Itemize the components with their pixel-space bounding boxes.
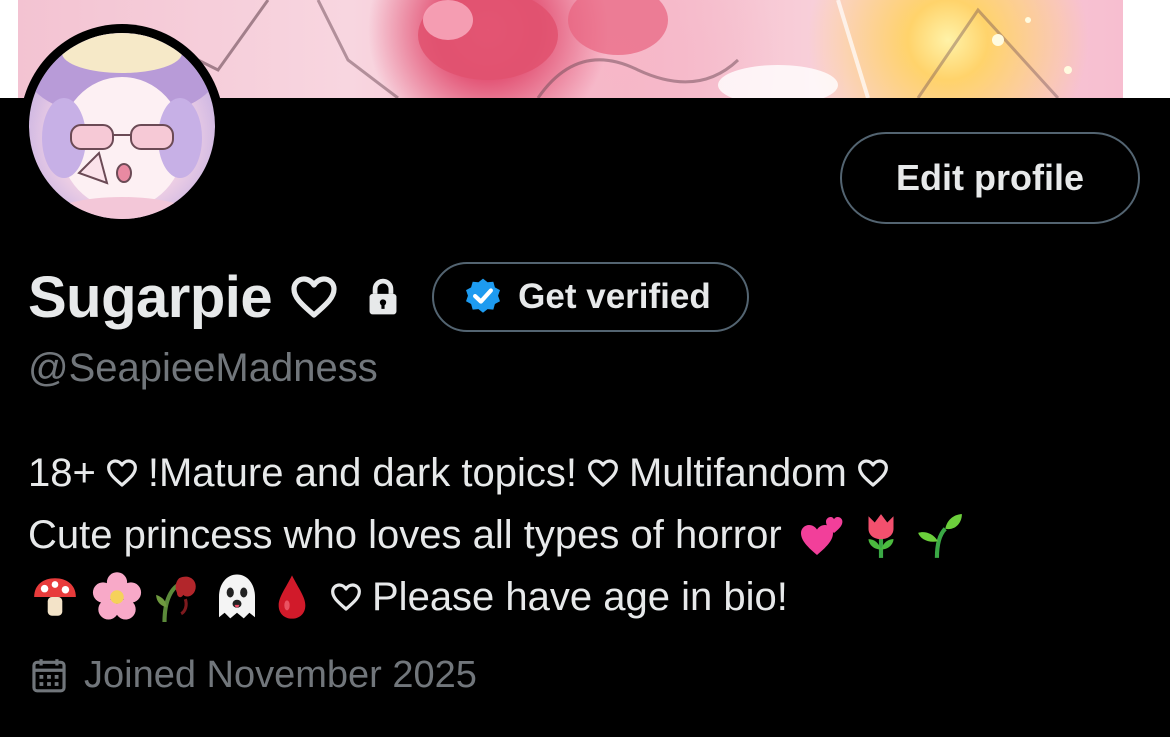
two-hearts-icon [798, 511, 848, 559]
wilted-flower-icon [152, 569, 202, 625]
heart-outline-icon [106, 458, 138, 488]
joined-label: Joined November 2025 [84, 653, 477, 696]
heart-outline-icon [330, 582, 362, 612]
name-row: Sugarpie Get verified [28, 262, 749, 332]
bio-text: Cute princess who loves all types of hor… [28, 513, 782, 557]
display-name: Sugarpie [28, 264, 273, 330]
heart-outline-icon [857, 458, 889, 488]
heart-outline-icon [587, 458, 619, 488]
username-handle: @SeapieeMadness [28, 346, 378, 390]
bio-text: Multifandom [628, 451, 847, 495]
drop-of-blood-icon [272, 572, 312, 622]
heart-outline-icon [290, 275, 338, 319]
verified-badge-icon [462, 276, 504, 318]
profile-bio: 18+ !Mature and dark topics! Multifandom… [28, 442, 1138, 628]
avatar[interactable] [29, 33, 215, 219]
tulip-icon [856, 510, 906, 560]
bio-text: Please have age in bio! [372, 575, 788, 619]
lock-icon [364, 278, 402, 316]
avatar-artwork [29, 33, 215, 219]
bio-text: !Mature and dark topics! [147, 451, 577, 495]
cherry-blossom-icon [90, 570, 144, 624]
avatar-border [20, 24, 224, 228]
joined-date: Joined November 2025 [30, 650, 477, 700]
edit-profile-button[interactable]: Edit profile [840, 132, 1140, 224]
bio-line-3: Please have age in bio! [28, 566, 1138, 628]
bio-line-1: 18+ !Mature and dark topics! Multifandom [28, 442, 1138, 504]
bio-text: 18+ [28, 451, 96, 495]
bio-line-2: Cute princess who loves all types of hor… [28, 504, 1138, 566]
mushroom-icon [28, 572, 82, 622]
seedling-icon [914, 510, 964, 560]
calendar-icon [30, 656, 68, 694]
ghost-icon [210, 570, 264, 624]
get-verified-label: Get verified [518, 277, 711, 316]
get-verified-button[interactable]: Get verified [432, 262, 749, 332]
